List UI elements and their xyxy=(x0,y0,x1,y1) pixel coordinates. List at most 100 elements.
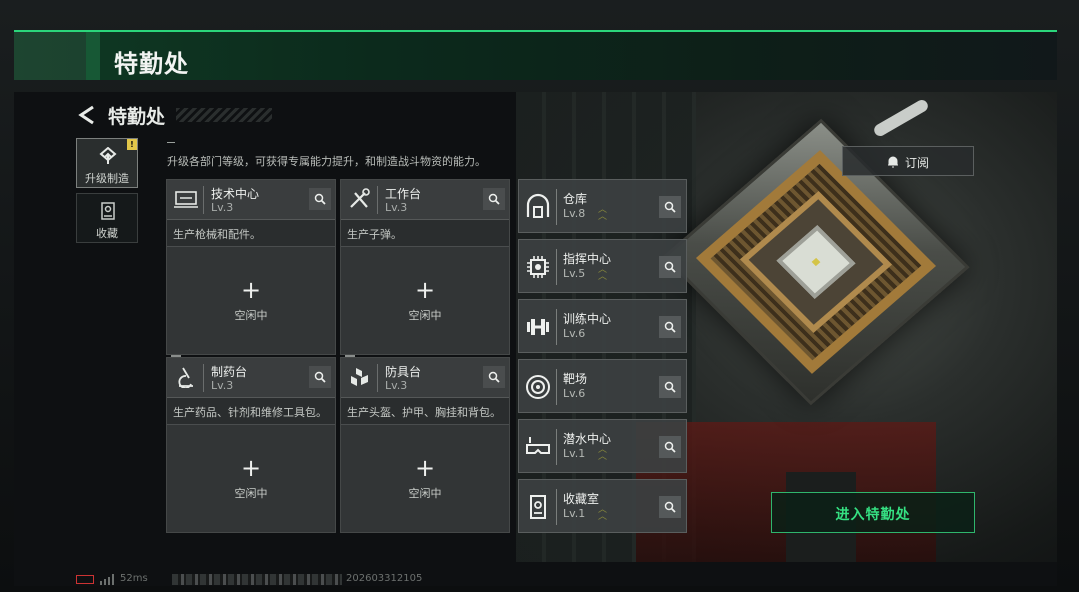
add-icon: + xyxy=(241,454,262,482)
search-button[interactable] xyxy=(659,256,681,278)
cube-light xyxy=(811,257,821,267)
card-separator xyxy=(203,186,204,214)
title-stripe-decoration xyxy=(176,108,272,122)
facility-row-warehouse[interactable]: 仓库 Lv.8 ︿ ︿ xyxy=(518,179,687,233)
card-header: 工作台 Lv.3 xyxy=(341,180,509,220)
search-button[interactable] xyxy=(659,376,681,398)
ping-text: 52ms xyxy=(120,573,148,584)
card-description: 生产枪械和配件。 xyxy=(173,228,261,241)
page-title: 特勤处 xyxy=(108,106,166,128)
search-icon xyxy=(664,201,676,213)
search-button[interactable] xyxy=(483,188,505,210)
slot-status: 空闲中 xyxy=(234,487,268,500)
row-level: Lv.6 xyxy=(563,387,586,400)
search-button[interactable] xyxy=(309,188,331,210)
add-icon: + xyxy=(415,276,436,304)
search-icon xyxy=(314,193,326,205)
upgrade-arrow-icon: ︿ ︿ xyxy=(598,265,608,282)
armor-blocks-icon xyxy=(351,368,368,386)
production-slot[interactable]: + 空闲中 xyxy=(167,246,335,354)
description-mark xyxy=(167,142,175,143)
card-description: 生产子弹。 xyxy=(347,228,402,241)
slot-status: 空闲中 xyxy=(408,487,442,500)
tab-collection[interactable]: 收藏 xyxy=(76,193,138,243)
subscribe-button[interactable]: 订阅 xyxy=(842,146,974,176)
facility-row-shooting-range[interactable]: 靶场 Lv.6 xyxy=(518,359,687,413)
bell-icon xyxy=(888,156,898,168)
facility-row-command-center[interactable]: 指挥中心 Lv.5 ︿ ︿ xyxy=(518,239,687,293)
card-header: 技术中心 Lv.3 xyxy=(167,180,335,220)
page-description: 升级各部门等级，可获得专属能力提升，和制造战斗物资的能力。 xyxy=(167,155,486,168)
collection-icon xyxy=(101,202,115,220)
enter-special-ops-button[interactable]: 进入特勤处 xyxy=(771,492,975,533)
card-separator xyxy=(203,364,204,392)
facility-card-tech-center[interactable]: 技术中心 Lv.3 生产枪械和配件。 + 空闲中 xyxy=(166,179,336,355)
tab-upgrade-craft[interactable]: 升级制造 ! xyxy=(76,138,138,188)
workbench-computer-icon xyxy=(174,191,198,208)
row-separator xyxy=(556,309,557,345)
row-level: Lv.6 xyxy=(563,327,586,340)
card-level: Lv.3 xyxy=(385,379,408,392)
tab-label: 收藏 xyxy=(96,227,118,240)
diving-mask-icon xyxy=(526,437,550,454)
search-button[interactable] xyxy=(659,196,681,218)
dumbbell-icon xyxy=(527,319,549,335)
row-level: Lv.8 xyxy=(563,207,586,220)
card-name: 技术中心 xyxy=(211,187,260,201)
microscope-icon xyxy=(178,367,193,388)
search-icon xyxy=(664,441,676,453)
facility-row-training-center[interactable]: 训练中心 Lv.6 xyxy=(518,299,687,353)
target-icon xyxy=(526,375,550,399)
card-level: Lv.3 xyxy=(211,379,234,392)
slot-status: 空闲中 xyxy=(234,309,268,322)
battery-icon xyxy=(76,575,94,584)
row-level: Lv.1 xyxy=(563,447,586,460)
add-icon: + xyxy=(241,276,262,304)
production-slot[interactable]: + 空闲中 xyxy=(341,424,509,532)
card-separator xyxy=(377,364,378,392)
search-icon xyxy=(488,193,500,205)
robot-arm xyxy=(872,97,930,139)
production-slot[interactable]: + 空闲中 xyxy=(167,424,335,532)
upgrade-arrow-icon: ︿ ︿ xyxy=(598,445,608,462)
upgrade-icon xyxy=(99,147,117,164)
search-icon xyxy=(488,371,500,383)
card-separator xyxy=(377,186,378,214)
search-button[interactable] xyxy=(309,366,331,388)
header-grip xyxy=(14,32,86,80)
row-name: 仓库 xyxy=(563,192,588,206)
facility-card-armor-bench[interactable]: 防具台 Lv.3 生产头盔、护甲、胸挂和背包。 + 空闲中 xyxy=(340,355,510,533)
chip-icon xyxy=(527,256,549,278)
facility-row-collection-room[interactable]: 收藏室 Lv.1 ︿ ︿ xyxy=(518,479,687,533)
display-case-icon xyxy=(530,495,546,519)
add-icon: + xyxy=(415,454,436,482)
back-arrow-icon[interactable] xyxy=(78,105,96,125)
row-level: Lv.1 xyxy=(563,507,586,520)
alert-badge: ! xyxy=(127,139,137,150)
card-level: Lv.3 xyxy=(385,201,408,214)
card-name: 防具台 xyxy=(385,365,422,379)
search-button[interactable] xyxy=(659,436,681,458)
card-corner-mark xyxy=(171,355,181,357)
card-description: 生产药品、针剂和维修工具包。 xyxy=(173,406,327,419)
warehouse-icon xyxy=(526,193,550,218)
search-button[interactable] xyxy=(659,316,681,338)
search-icon xyxy=(664,501,676,513)
production-slot[interactable]: + 空闲中 xyxy=(341,246,509,354)
row-name: 训练中心 xyxy=(563,312,612,326)
signal-icon xyxy=(100,574,114,585)
search-button[interactable] xyxy=(659,496,681,518)
session-id-text: 202603312105 xyxy=(346,573,423,584)
facility-card-pharmacy[interactable]: 制药台 Lv.3 生产药品、针剂和维修工具包。 + 空闲中 xyxy=(166,355,336,533)
card-header: 防具台 Lv.3 xyxy=(341,358,509,398)
card-description: 生产头盔、护甲、胸挂和背包。 xyxy=(347,406,501,419)
card-corner-mark xyxy=(345,355,355,357)
header-title: 特勤处 xyxy=(114,50,189,78)
facility-row-diving-center[interactable]: 潜水中心 Lv.1 ︿ ︿ xyxy=(518,419,687,473)
facility-card-workbench[interactable]: 工作台 Lv.3 生产子弹。 + 空闲中 xyxy=(340,179,510,355)
search-button[interactable] xyxy=(483,366,505,388)
row-name: 靶场 xyxy=(563,372,588,386)
row-name: 收藏室 xyxy=(563,492,600,506)
card-level: Lv.3 xyxy=(211,201,234,214)
upgrade-arrow-icon: ︿ ︿ xyxy=(598,505,608,522)
